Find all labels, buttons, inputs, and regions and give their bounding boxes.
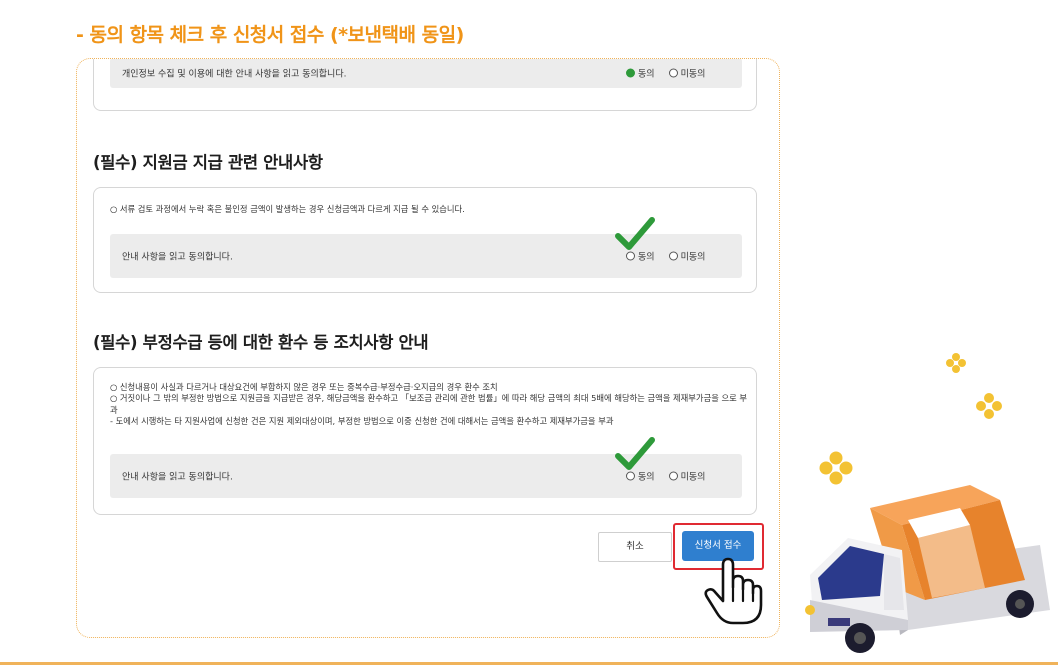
refund-notice-line: - 도에서 시행하는 타 지원사업에 신청한 건은 지원 제외대상이며, 부정한… [110, 416, 614, 427]
page-heading: - 동의 항목 체크 후 신청서 접수 (*보낸택배 동일) [76, 24, 464, 46]
section-title-refund: (필수) 부정수급 등에 대한 환수 등 조치사항 안내 [93, 333, 429, 352]
payment-disagree-radio[interactable] [668, 251, 678, 261]
payment-notice-box: ○ 서류 검토 과정에서 누락 혹은 불인정 금액이 발생하는 경우 신청금액과… [93, 187, 757, 293]
privacy-consent-box: 개인정보 수집 및 이용에 대한 안내 사항을 읽고 동의합니다. 동의 미동의 [93, 59, 757, 111]
check-mark-icon [615, 217, 655, 250]
sparkle-decoration [976, 393, 1002, 419]
refund-notice-line: ○ 거짓이나 그 밖의 부정한 방법으로 지원금을 지급받은 경우, 해당금액을… [110, 393, 748, 415]
section-title-payment: (필수) 지원금 지급 관련 안내사항 [93, 153, 323, 172]
sparkle-decoration [946, 353, 966, 373]
refund-disagree-label[interactable]: 미동의 [681, 470, 706, 483]
pointer-hand-icon [704, 557, 763, 625]
refund-notice-text: ○ 신청내용이 사실과 다르거나 대상요건에 부합하지 않은 경우 또는 중복수… [110, 382, 750, 428]
privacy-agree-radio[interactable] [626, 68, 635, 78]
check-mark-icon [615, 437, 655, 470]
payment-disagree-label[interactable]: 미동의 [681, 250, 706, 263]
consent-panel: 개인정보 수집 및 이용에 대한 안내 사항을 읽고 동의합니다. 동의 미동의… [76, 58, 780, 638]
privacy-disagree-radio[interactable] [668, 68, 678, 78]
privacy-agree-text: 개인정보 수집 및 이용에 대한 안내 사항을 읽고 동의합니다. [122, 69, 347, 80]
refund-agree-radio[interactable] [626, 471, 635, 481]
payment-notice-text: ○ 서류 검토 과정에서 누락 혹은 불인정 금액이 발생하는 경우 신청금액과… [110, 204, 465, 214]
payment-agree-radio[interactable] [626, 251, 635, 261]
privacy-disagree-label[interactable]: 미동의 [681, 67, 706, 80]
refund-notice-box: ○ 신청내용이 사실과 다르거나 대상요건에 부합하지 않은 경우 또는 중복수… [93, 367, 757, 515]
delivery-truck-illustration [805, 485, 1050, 653]
refund-agree-text: 안내 사항을 읽고 동의합니다. [122, 472, 233, 483]
cancel-button[interactable]: 취소 [598, 532, 672, 562]
payment-agree-text: 안내 사항을 읽고 동의합니다. [122, 252, 233, 263]
refund-disagree-radio[interactable] [668, 471, 678, 481]
refund-notice-line: ○ 신청내용이 사실과 다르거나 대상요건에 부합하지 않은 경우 또는 중복수… [110, 382, 498, 392]
privacy-agree-row: 개인정보 수집 및 이용에 대한 안내 사항을 읽고 동의합니다. 동의 미동의 [110, 59, 742, 88]
privacy-agree-label[interactable]: 동의 [638, 67, 655, 80]
privacy-radio-group: 동의 미동의 [626, 67, 719, 80]
